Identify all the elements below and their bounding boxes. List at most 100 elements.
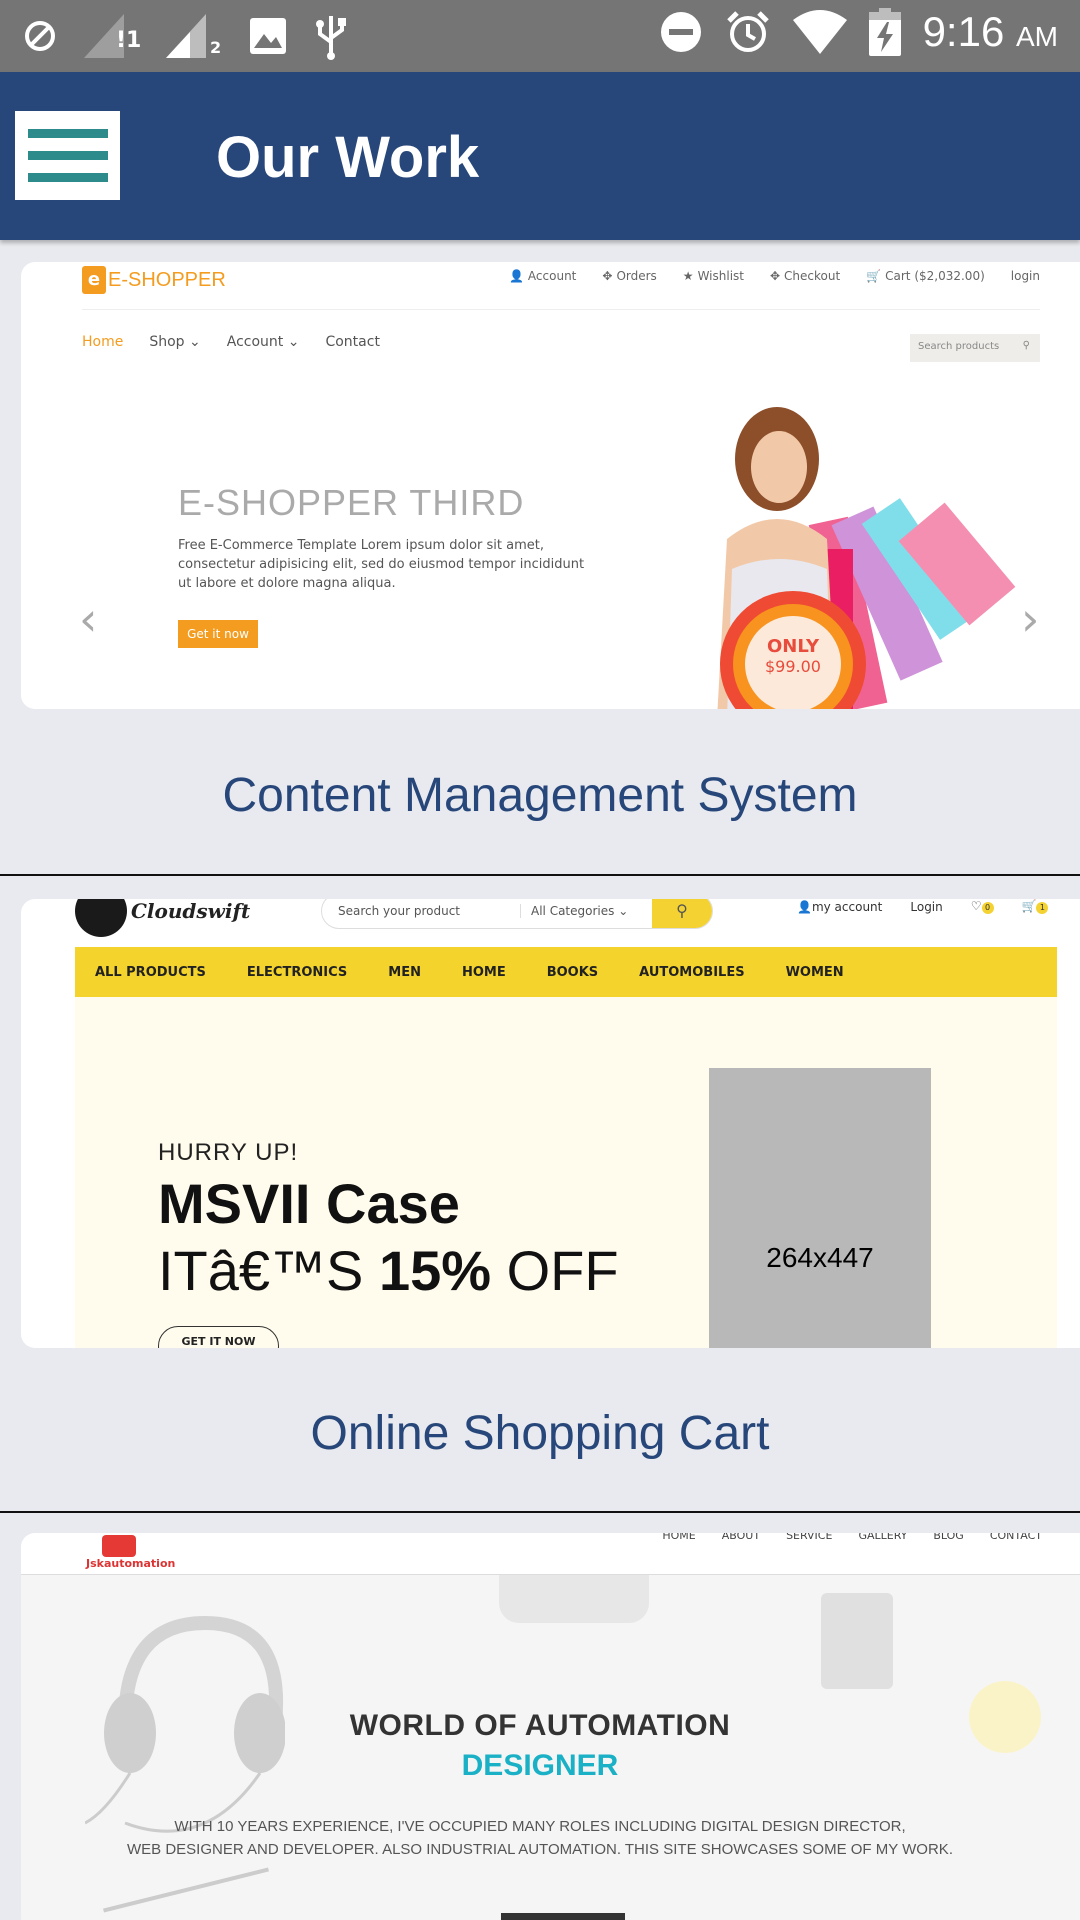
hero-title: MSVII Case [158,1172,460,1235]
search-placeholder: Search products [918,341,1000,352]
cloudswift-nav: ALL PRODUCTS ELECTRONICS MEN HOME BOOKS … [75,947,1057,997]
shopping-bag-icon: e [82,266,106,294]
alarm-icon [726,11,769,52]
cart-icon: 🛒 1 [1022,899,1049,914]
portfolio-caption-cms[interactable]: Content Management System [0,768,1080,823]
account-link: 👤my account [797,899,883,914]
signal-sim1-icon: !1 [84,14,142,58]
status-right-icons: 9:16 AM [659,8,1058,56]
checkout-link: ✥ Checkout [769,269,841,283]
jsk-header: Jskautomation HOME ABOUT SERVICE GALLERY… [21,1533,1080,1575]
clock-ampm: AM [1016,21,1058,52]
menu-account: Account ⌄ [226,334,300,350]
wishlist-link: ★ Wishlist [682,269,744,283]
chevron-left-icon: ‹ [79,592,98,646]
dnd-icon [660,12,701,52]
chevron-right-icon: › [1021,592,1040,646]
orders-link: ✥ Orders [602,269,657,283]
image-icon [250,18,286,54]
nav-home: HOME [461,964,506,980]
nav-electronics: ELECTRONICS [246,964,348,980]
hero-title: WORLD OF AUTOMATION [349,1709,731,1742]
nav-service: SERVICE [786,1533,833,1542]
badge-only-label: ONLY [766,636,820,657]
blocked-icon [25,21,55,51]
nav-about: ABOUT [721,1533,761,1542]
category-select: All Categories ⌄ [520,904,628,918]
hero-button [501,1913,625,1920]
wishlist-icon: ♡ 0 [971,899,994,914]
app-bar: Our Work [0,72,1080,240]
search-placeholder: Search your product [338,904,460,918]
page-title: Our Work [216,125,480,190]
cloudswift-logo-text: Cloudswift [131,899,251,923]
hero-subtitle: DESIGNER [461,1749,619,1782]
jsk-nav: HOME ABOUT SERVICE GALLERY BLOG CONTACT [662,1533,1042,1542]
account-link: 👤 Account [508,269,577,283]
hero-headline: E-SHOPPER THIRD [178,482,525,523]
menu-shop: Shop ⌄ [149,334,201,350]
description-line-1: WITH 10 YEARS EXPERIENCE, I'VE OCCUPIED … [174,1818,906,1835]
nav-home: HOME [662,1533,696,1542]
cart-count: 1 [1036,902,1049,914]
nav-automobiles: AUTOMOBILES [639,964,745,980]
desk-lamp-image [499,1575,649,1623]
nav-gallery: GALLERY [858,1533,908,1542]
description-line-2: WEB DESIGNER AND DEVELOPER. ALSO INDUSTR… [127,1841,953,1858]
hamburger-icon[interactable] [15,111,120,200]
sim1-label: !1 [116,28,142,53]
hero-description: WITH 10 YEARS EXPERIENCE, I'VE OCCUPIED … [21,1815,1080,1861]
clock-time: 9:16 [922,8,1005,55]
search-icon: ⚲ [652,899,712,928]
wifi-icon [792,10,847,54]
divider [82,309,1040,310]
search-icon: ⚲ [1022,340,1030,351]
cloudswift-logo: Cloudswift [75,899,250,937]
clock: 9:16 AM [923,8,1058,56]
cloudswift-search: Search your product All Categories ⌄ ⚲ [321,899,713,929]
hero-eyebrow: HURRY UP! [158,1139,299,1166]
eshopper-logo: e E-SHOPPER [82,266,226,294]
nav-books: BOOKS [546,964,599,980]
divider [0,1511,1080,1513]
portfolio-item-cms-preview[interactable]: e E-SHOPPER 👤 Account ✥ Orders ★ Wishlist ✥… [21,262,1080,709]
eshopper-top-nav: 👤 Account ✥ Orders ★ Wishlist ✥ Checkout 🛒 Ca… [509,269,1040,283]
status-bar: !1 2 9:16 AM [0,0,1080,72]
wishlist-count: 0 [981,902,994,914]
portfolio-item-shopping-cart-preview[interactable]: Cloudswift Search your product All Categ… [21,899,1080,1348]
portfolio-caption-shopping-cart[interactable]: Online Shopping Cart [0,1406,1080,1461]
nav-all-products: ALL PRODUCTS [95,964,206,980]
cloudswift-account-links: 👤my account Login ♡ 0 🛒 1 [797,899,1049,914]
hero-offer: ITâ€™S 15% OFF [158,1239,619,1302]
jsk-logo-text: Jskautomation [86,1557,176,1570]
menu-home: Home [82,334,124,350]
nav-contact: CONTACT [989,1533,1042,1542]
get-it-now-button: GET IT NOW [158,1326,279,1348]
eshopper-search: Search products ⚲ [910,334,1040,362]
hard-drive-image [821,1593,893,1689]
hero-paragraph: Free E-Commerce Template Lorem ipsum dol… [178,538,585,591]
status-left-icons: !1 2 [22,12,348,60]
logo-mark-icon [75,899,127,937]
jsk-logo: Jskautomation [86,1535,175,1570]
robot-logo-icon [102,1535,136,1557]
signal-sim2-icon: 2 [166,14,222,58]
pencil-image [103,1867,269,1913]
login-link: Login [910,899,943,914]
badge-price: $99.00 [765,657,821,676]
get-it-now-button: Get it now [178,620,258,648]
image-placeholder: 264x447 [709,1068,931,1348]
eshopper-menu: Home Shop ⌄ Account ⌄ Contact [82,334,380,350]
eshopper-logo-text: E-SHOPPER [108,268,226,291]
usb-icon [316,16,346,60]
nav-women: WOMEN [785,964,844,980]
login-link: login [1010,269,1040,283]
cart-link: 🛒 Cart ($2,032.00) [866,269,985,283]
menu-contact: Contact [325,334,380,350]
portfolio-item-automation-preview[interactable]: Jskautomation HOME ABOUT SERVICE GALLERY… [21,1533,1080,1920]
sim2-label: 2 [210,38,222,57]
nav-men: MEN [388,964,421,980]
battery-charging-icon [868,8,901,56]
divider [0,874,1080,876]
nav-blog: BLOG [933,1533,964,1542]
